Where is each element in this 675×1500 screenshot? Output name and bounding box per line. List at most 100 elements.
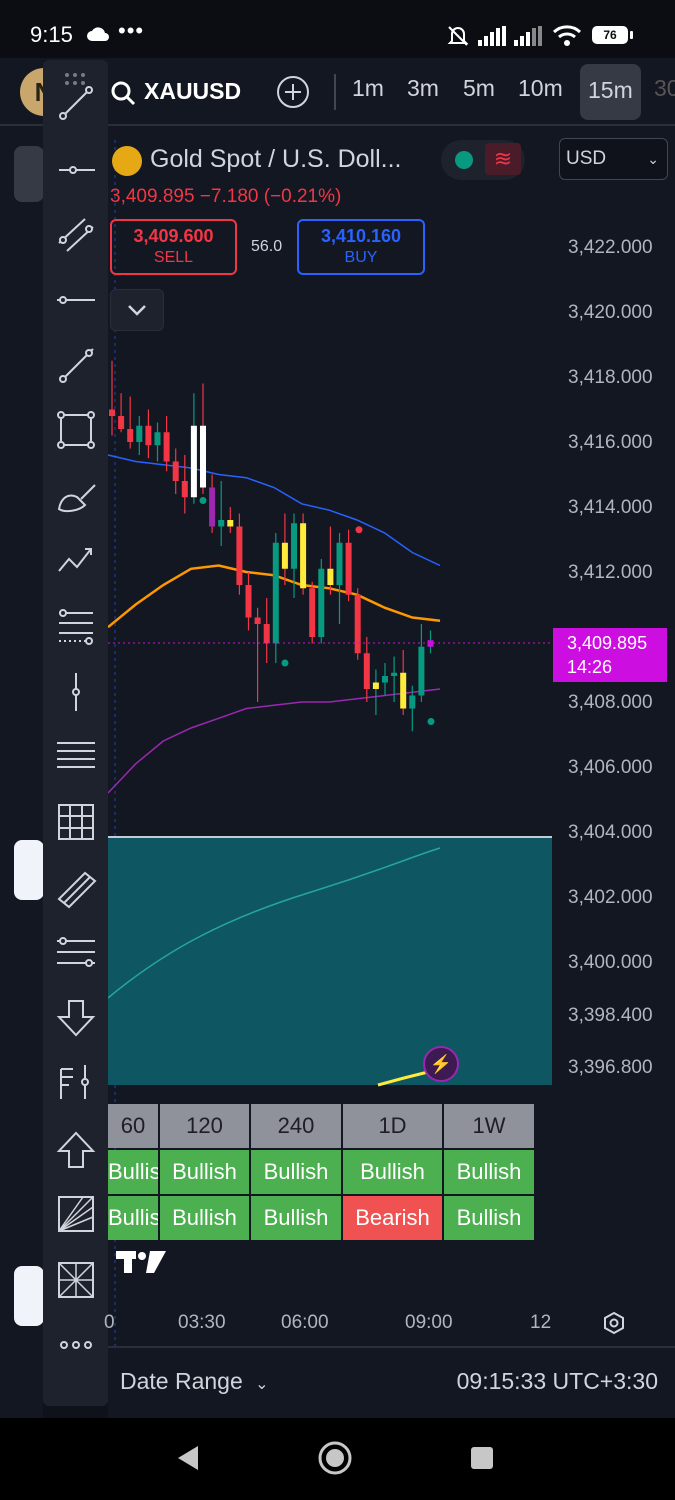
price-change-line: 3,409.895 −7.180 (−0.21%) xyxy=(110,186,342,207)
brush-tool[interactable] xyxy=(43,468,108,524)
candle-body xyxy=(154,432,161,446)
long-position-tool[interactable] xyxy=(43,1054,108,1110)
recents-icon[interactable] xyxy=(470,1446,494,1470)
rectangle-tool[interactable] xyxy=(43,402,108,458)
chart-settings-icon[interactable] xyxy=(602,1311,626,1335)
fib-retracement-tool[interactable] xyxy=(43,598,108,654)
sell-button[interactable]: 3,409.600 SELL xyxy=(110,219,237,275)
trend-header: 60 xyxy=(108,1104,158,1148)
buy-button[interactable]: 3,410.160 BUY xyxy=(297,219,425,275)
candle-body xyxy=(318,568,325,637)
candle-body xyxy=(327,568,334,585)
gann-square-icon xyxy=(57,1262,94,1298)
ray-tool[interactable] xyxy=(43,338,108,394)
candle-body xyxy=(172,461,179,481)
trend-header: 120 xyxy=(160,1104,249,1148)
horizontal-ray-tool[interactable] xyxy=(43,142,108,198)
signal-dot xyxy=(427,718,435,725)
horizontal-line-tool[interactable] xyxy=(43,272,108,328)
tradingview-logo-icon xyxy=(116,1251,166,1273)
candle-body xyxy=(372,682,379,689)
candle-body xyxy=(300,523,307,589)
gann-square-tool[interactable] xyxy=(43,1252,108,1308)
buy-price: 3,410.160 xyxy=(320,226,402,246)
currency-select[interactable]: USD ⌄ xyxy=(559,138,668,180)
parallel-channel-tool[interactable] xyxy=(43,206,108,262)
trend-cell: Bullish xyxy=(108,1150,158,1194)
gann-fan-icon xyxy=(57,1196,94,1232)
candle-body xyxy=(309,588,316,637)
chevron-down-icon xyxy=(128,305,146,316)
fib-channel-tool[interactable] xyxy=(43,728,108,784)
ray-icon xyxy=(58,348,94,383)
vertical-line-tool[interactable] xyxy=(43,664,108,720)
candle-body xyxy=(272,542,279,644)
long-position-icon xyxy=(59,1065,89,1099)
tradingview-logo xyxy=(114,1247,170,1285)
oscillator-pane[interactable] xyxy=(107,836,552,1087)
more-tools-tool[interactable] xyxy=(43,1317,108,1373)
price-axis-label: 3,404.000 xyxy=(568,822,653,843)
candle-body xyxy=(209,487,216,527)
trend-header: 240 xyxy=(251,1104,341,1148)
candle-body xyxy=(163,432,170,462)
candle-body xyxy=(200,425,206,488)
back-icon[interactable] xyxy=(174,1444,200,1472)
arrow-up-tool[interactable] xyxy=(43,1122,108,1178)
path-tool[interactable] xyxy=(43,532,108,588)
price-axis-label: 3,396.800 xyxy=(568,1057,653,1078)
price-axis-label: 3,400.000 xyxy=(568,952,653,973)
pitchfork-tool[interactable] xyxy=(43,860,108,916)
home-icon[interactable] xyxy=(317,1440,353,1476)
candle-body xyxy=(127,429,134,442)
horizontal-ray-icon xyxy=(58,166,95,174)
gann-fan-tool[interactable] xyxy=(43,1186,108,1242)
horizontal-line-icon xyxy=(56,296,95,304)
price-axis-label: 3,398.400 xyxy=(568,1005,653,1026)
candle-body xyxy=(236,526,243,585)
price-axis-label: 3,416.000 xyxy=(568,432,653,453)
candle-body xyxy=(218,520,225,527)
signal-dot xyxy=(355,526,363,534)
trend-header: 1D xyxy=(343,1104,442,1148)
time-axis-label: 09:00 xyxy=(405,1312,453,1333)
collapse-legend-button[interactable] xyxy=(110,289,164,331)
price-axis-label: 3,408.000 xyxy=(568,692,653,713)
timezone-clock[interactable]: 09:15:33 UTC+3:30 xyxy=(457,1368,658,1395)
gann-box-tool[interactable] xyxy=(43,794,108,850)
instrument-title[interactable]: Gold Spot / U.S. Doll... xyxy=(150,145,402,174)
arrow-down-tool[interactable] xyxy=(43,990,108,1046)
fib-timezone-tool[interactable] xyxy=(43,924,108,980)
oscillator-line xyxy=(107,847,441,999)
currency-value: USD xyxy=(566,148,607,169)
date-range-button[interactable]: Date Range ⌄ xyxy=(120,1368,269,1395)
favorites-tool-button[interactable] xyxy=(14,1266,44,1326)
candle-body xyxy=(418,646,425,696)
candle-body xyxy=(363,653,370,689)
price-axis-label: 3,422.000 xyxy=(568,237,653,258)
arrow-down-icon xyxy=(56,1000,95,1037)
candle-body xyxy=(354,594,361,654)
signal-dot xyxy=(199,497,207,504)
candle-body xyxy=(291,523,297,569)
trend-line-tool[interactable] xyxy=(43,75,108,131)
trend-line-icon xyxy=(58,86,93,120)
price-axis-label: 3,406.000 xyxy=(568,757,653,778)
trend-cell: Bullish xyxy=(108,1196,158,1240)
candle-body xyxy=(145,425,152,446)
signal-line xyxy=(377,1070,429,1087)
buy-label: BUY xyxy=(344,249,378,266)
date-range-label: Date Range xyxy=(120,1368,243,1394)
lightning-icon[interactable]: ⚡ xyxy=(423,1046,459,1082)
spread-value: 56.0 xyxy=(251,238,283,255)
price-axis-label: 3,412.000 xyxy=(568,562,653,583)
ema-purple-line xyxy=(107,688,441,794)
magnet-tool-button[interactable] xyxy=(14,840,44,900)
data-problem-icon[interactable]: ≋ xyxy=(485,143,521,175)
time-axis-label: 0 xyxy=(104,1312,115,1333)
pitchfork-icon xyxy=(57,871,96,909)
cursor-tool-button[interactable] xyxy=(14,146,44,202)
time-axis-label: 12 xyxy=(530,1312,552,1333)
bottom-bar: Date Range ⌄ 09:15:33 UTC+3:30 xyxy=(108,1346,675,1418)
system-nav-bar xyxy=(0,1418,675,1500)
